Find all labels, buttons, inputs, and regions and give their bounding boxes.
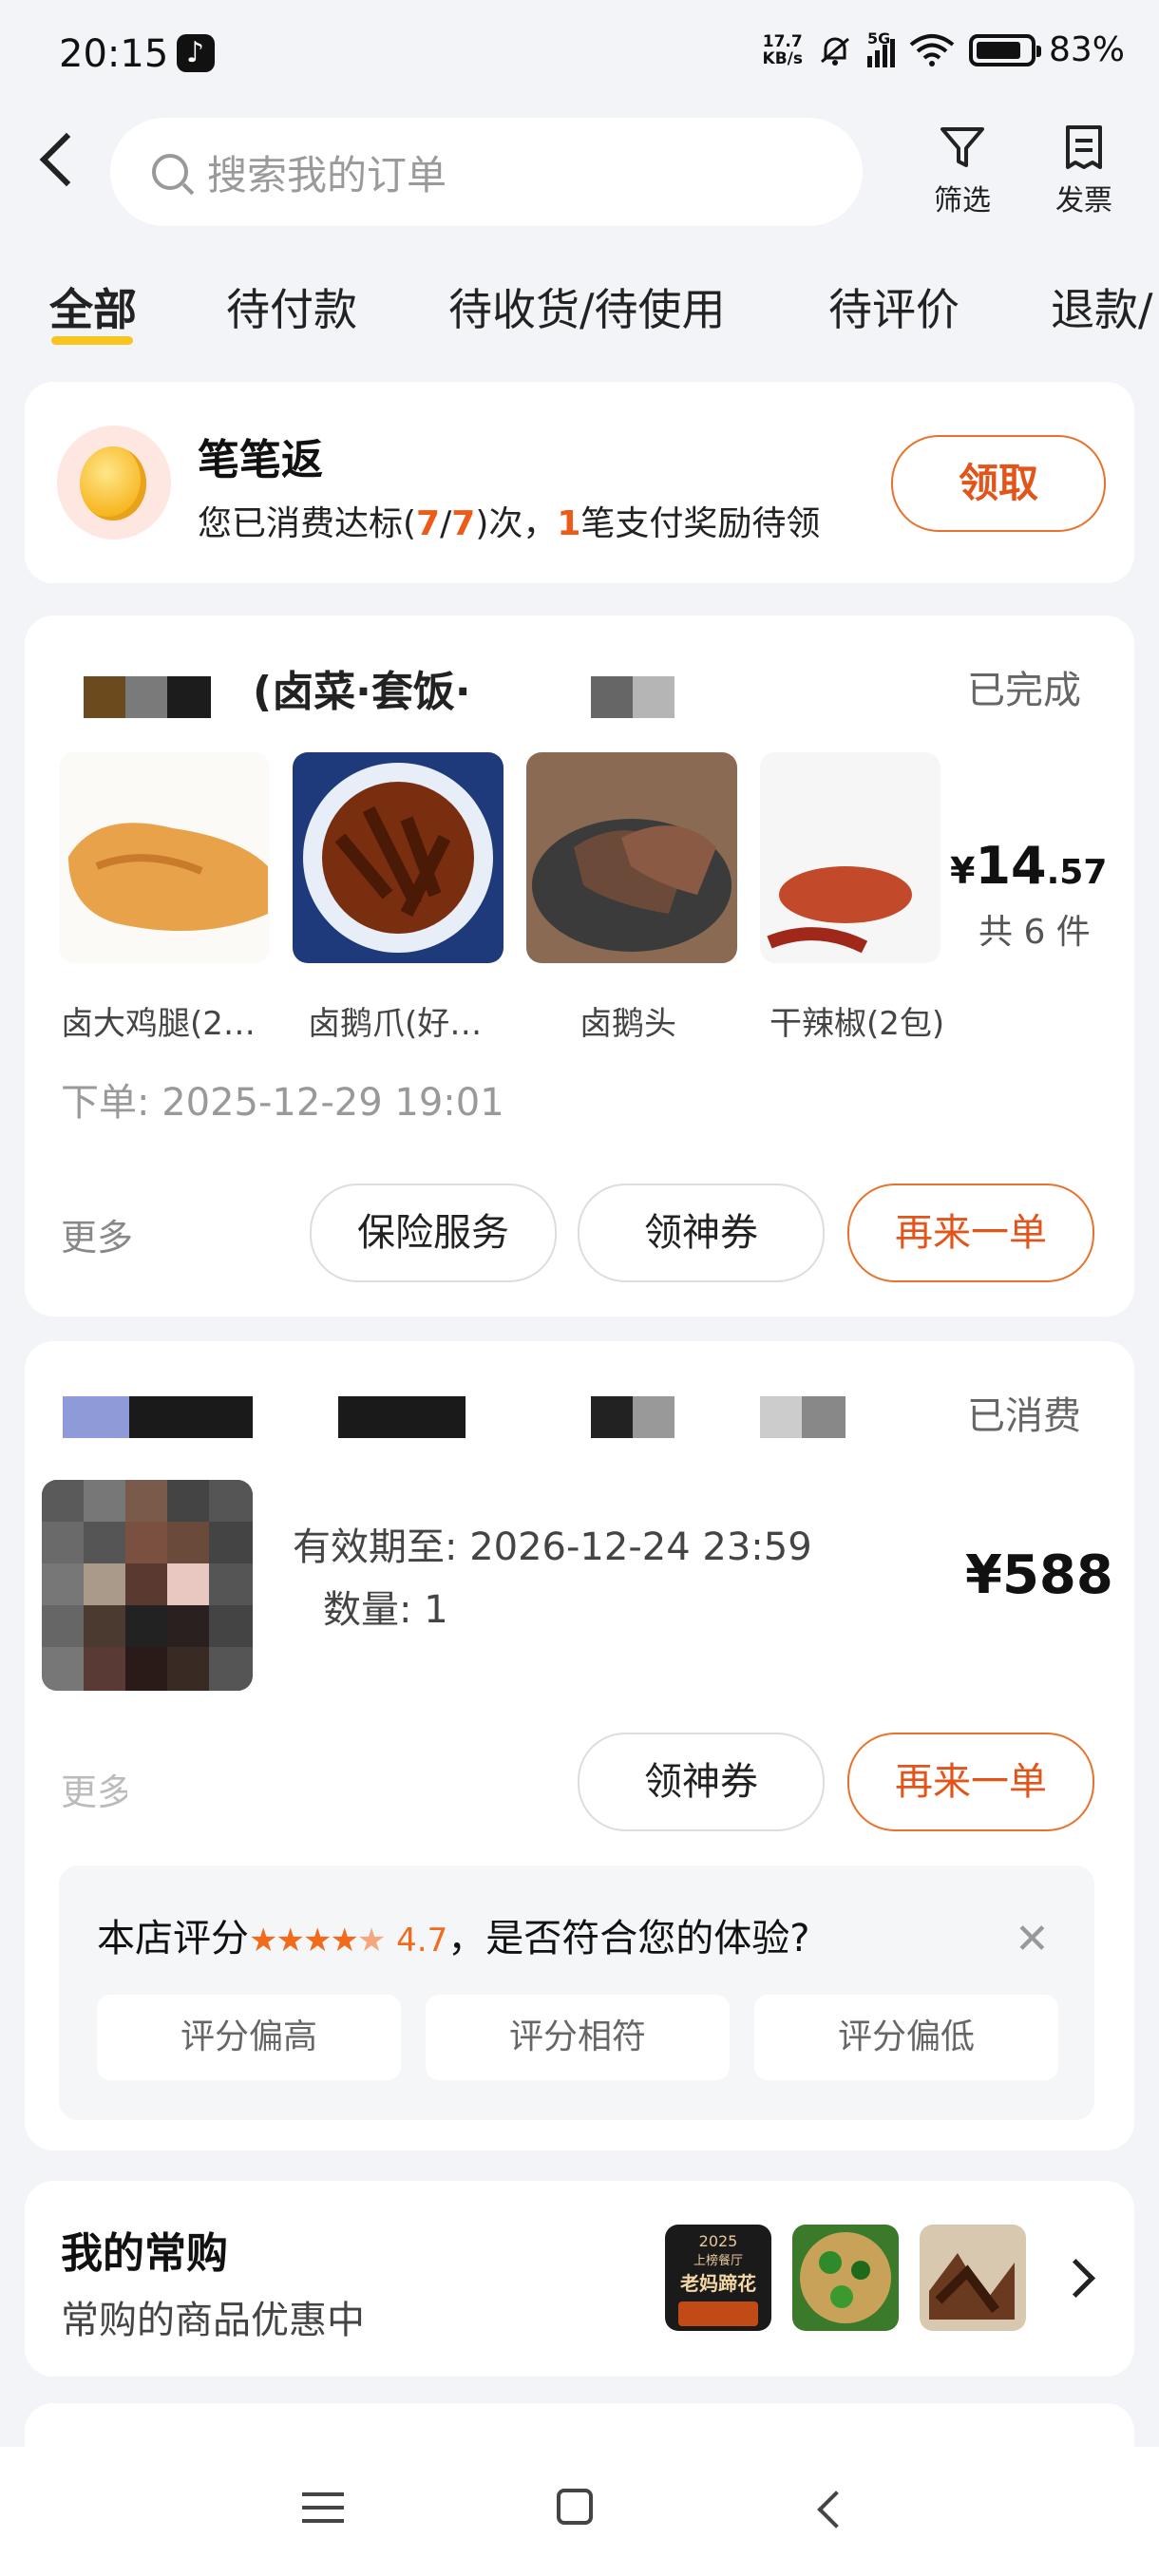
rating-title: 本店评分★★★★★ 4.7，是否符合您的体验? xyxy=(97,1917,810,1960)
tab-pending-receipt[interactable]: 待收货/待使用 xyxy=(448,275,726,338)
invoice-button[interactable]: 发票 xyxy=(1032,122,1136,218)
frequent-item-1[interactable]: 2025 上榜餐厅 老妈蹄花 xyxy=(665,2225,771,2331)
item-image-dried-chili[interactable] xyxy=(760,752,940,963)
more-button[interactable]: 更多 xyxy=(61,1208,133,1260)
coin-icon xyxy=(57,426,171,540)
net-speed: 17.7 KB/s xyxy=(762,31,803,68)
valid-until: 有效期至: 2026-12-24 23:59 xyxy=(293,1525,812,1569)
order-status: 已完成 xyxy=(967,669,1081,712)
shop-logo-blur xyxy=(84,676,125,718)
tab-pending-review[interactable]: 待评价 xyxy=(828,275,960,338)
rating-value: 4.7 xyxy=(396,1922,448,1960)
coupon-button[interactable]: 领神券 xyxy=(578,1184,825,1282)
shop-name[interactable]: (卤菜·套饭· xyxy=(253,657,566,718)
search-input[interactable]: 搜索我的订单 xyxy=(110,118,863,226)
claim-button[interactable]: 领取 xyxy=(891,435,1106,532)
order-time: 下单: 2025-12-29 19:01 xyxy=(61,1081,504,1125)
insurance-button[interactable]: 保险服务 xyxy=(310,1184,557,1282)
filter-icon xyxy=(940,127,984,167)
battery-percent: 83% xyxy=(1048,30,1125,69)
item-image-chicken-leg[interactable] xyxy=(59,752,270,963)
item-name-2: 卤鹅爪(好… xyxy=(308,1005,483,1043)
filter-label: 筛选 xyxy=(934,184,991,218)
tab-refund[interactable]: 退款/ xyxy=(1051,275,1153,338)
shop-logo-blur xyxy=(63,1396,129,1438)
rating-option-low[interactable]: 评分偏低 xyxy=(754,1995,1058,2080)
close-icon[interactable]: ✕ xyxy=(1015,1915,1050,1963)
rating-survey xyxy=(59,1866,1094,2120)
signal-icon: 5G xyxy=(866,29,895,67)
order2-status: 已消费 xyxy=(967,1394,1081,1438)
order1-price: ¥14.57 xyxy=(950,836,1108,896)
home-icon[interactable] xyxy=(557,2489,593,2525)
frequent-item-2[interactable] xyxy=(792,2225,899,2331)
promo-title: 笔笔返 xyxy=(198,436,323,484)
search-placeholder: 搜索我的订单 xyxy=(207,151,447,199)
item-image-goose-feet[interactable] xyxy=(293,752,504,963)
frequent-subtitle: 常购的商品优惠中 xyxy=(61,2299,365,2342)
rating-option-match[interactable]: 评分相符 xyxy=(426,1995,730,2080)
invoice-label: 发票 xyxy=(1055,184,1112,218)
quantity: 数量: 1 xyxy=(323,1588,448,1632)
reorder-button[interactable]: 再来一单 xyxy=(847,1184,1094,1282)
rating-option-high[interactable]: 评分偏高 xyxy=(97,1995,401,2080)
menu-icon[interactable] xyxy=(302,2492,344,2523)
more-button-2[interactable]: 更多 xyxy=(61,1763,127,1815)
tab-pending-payment[interactable]: 待付款 xyxy=(226,275,357,338)
item-image-goose-head[interactable] xyxy=(526,752,737,963)
filter-button[interactable]: 筛选 xyxy=(910,122,1015,218)
coupon-button-2[interactable]: 领神券 xyxy=(578,1733,825,1831)
status-icons: 17.7 KB/s 5G 83% xyxy=(762,29,1125,70)
tab-all[interactable]: 全部 xyxy=(49,275,137,338)
rating-stars: ★★★★ xyxy=(249,1922,359,1960)
search-icon xyxy=(152,154,188,190)
status-time: 20:15 xyxy=(59,32,169,76)
order1-item-count: 共 6 件 xyxy=(978,913,1091,952)
order2-price: ¥588 xyxy=(965,1544,1113,1606)
tiktok-icon xyxy=(177,34,215,72)
item-name-4: 干辣椒(2包) xyxy=(770,1005,945,1043)
item-name-1: 卤大鸡腿(2… xyxy=(61,1005,256,1043)
back-icon[interactable] xyxy=(39,132,94,187)
frequent-title: 我的常购 xyxy=(61,2229,228,2278)
promo-text: 您已消费达标(7/7)次，1笔支付奖励待领 xyxy=(198,504,821,543)
mute-bell-icon xyxy=(821,37,849,66)
reorder-button-2[interactable]: 再来一单 xyxy=(847,1733,1094,1831)
item-name-3: 卤鹅头 xyxy=(580,1005,676,1043)
invoice-icon xyxy=(1066,125,1102,169)
frequent-item-3[interactable] xyxy=(920,2225,1026,2331)
wifi-icon xyxy=(909,33,955,66)
tab-active-indicator xyxy=(51,336,133,345)
order2-image-pixelated[interactable] xyxy=(42,1480,253,1691)
half-star-icon: ★ xyxy=(356,1922,387,1960)
net-type: 5G xyxy=(866,28,891,47)
battery-icon xyxy=(968,33,1041,66)
